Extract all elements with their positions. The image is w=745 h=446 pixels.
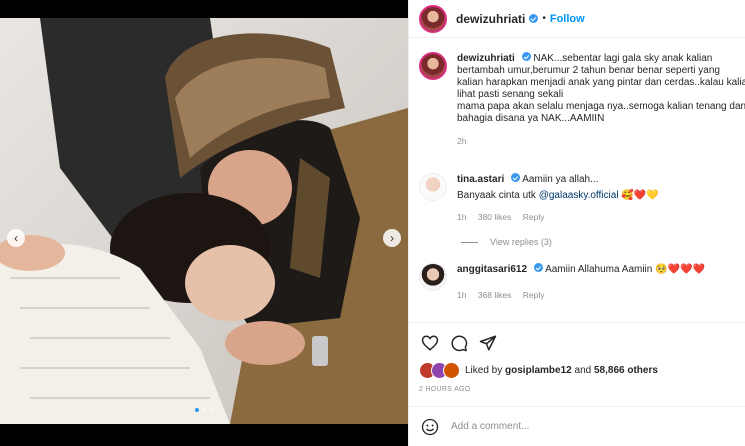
verified-icon xyxy=(533,263,543,272)
carousel-dot xyxy=(209,408,213,412)
comment-time: 1h xyxy=(457,212,467,222)
verified-icon xyxy=(511,173,521,182)
add-comment-input[interactable]: Add a comment... xyxy=(451,421,529,432)
likes-summary: Liked by gosiplambe12 and 58,866 others xyxy=(419,362,658,379)
post-header: dewizuhriati • Follow xyxy=(409,0,745,38)
comments-section[interactable]: dewizuhriati NAK...sebentar lagi gala sk… xyxy=(409,38,745,322)
caption-line: mama papa akan selalu menjaga nya..semog… xyxy=(457,101,745,112)
separator-dot: • xyxy=(542,13,546,24)
comment-likes[interactable]: 368 likes xyxy=(478,290,512,300)
view-replies-button[interactable]: View replies (3) xyxy=(461,237,552,247)
caption-line: bahagia disana ya NAK...AAMIIN xyxy=(457,113,605,124)
caption-line: NAK...sebentar lagi gala sky anak kalian xyxy=(533,53,713,64)
post-photo-illustration xyxy=(0,18,408,424)
likes-middle: and xyxy=(571,365,594,376)
comment-bubble-icon[interactable] xyxy=(450,334,468,352)
comment-avatar[interactable] xyxy=(419,173,447,201)
caption-meta: 2h xyxy=(457,135,745,147)
verified-icon xyxy=(521,52,531,61)
carousel-dot xyxy=(195,408,199,412)
liker-username[interactable]: gosiplambe12 xyxy=(505,365,572,376)
comment-item: anggitasari612 Aamiin Allahuma Aamiin 🥺❤… xyxy=(419,263,745,301)
comment-meta: 1h 380 likes Reply xyxy=(457,211,659,223)
post-timestamp: 2 HOURS AGO xyxy=(419,386,471,393)
comment-meta: 1h 368 likes Reply xyxy=(457,289,705,301)
caption-line: bertambah umur,berumur 2 tahun benar ben… xyxy=(457,65,720,76)
carousel-prev-button[interactable]: ‹ xyxy=(7,229,25,247)
caption: dewizuhriati NAK...sebentar lagi gala sk… xyxy=(419,52,745,147)
caption-username[interactable]: dewizuhriati xyxy=(457,53,515,64)
liker-avatar xyxy=(443,362,460,379)
caption-time: 2h xyxy=(457,136,467,146)
add-comment-bar[interactable]: Add a comment... xyxy=(409,406,745,446)
emoji-smiley-icon[interactable] xyxy=(421,418,439,436)
comment-item: tina.astari Aamiin ya allah... Banyaak c… xyxy=(419,173,745,223)
carousel-next-button[interactable]: › xyxy=(383,229,401,247)
divider-line xyxy=(461,242,478,244)
comment-likes[interactable]: 380 likes xyxy=(478,212,512,222)
share-send-icon[interactable] xyxy=(479,334,497,352)
post-image[interactable]: ‹ › xyxy=(0,18,408,424)
follow-button[interactable]: Follow xyxy=(550,13,585,25)
comment-emojis: 🥰❤️💛 xyxy=(621,190,659,201)
likes-count[interactable]: 58,866 others xyxy=(594,365,658,376)
mention-link[interactable]: @galaasky.official xyxy=(539,190,619,201)
action-bar xyxy=(409,322,745,362)
caption-line: lihat pasti senang sekali xyxy=(457,89,564,100)
top-black-strip xyxy=(0,0,408,18)
post-side-panel: dewizuhriati • Follow dewizuhriati NAK..… xyxy=(408,0,745,446)
caption-line: kalian harapkan menjadi anak yang pintar… xyxy=(457,77,745,88)
carousel-dot xyxy=(202,408,206,412)
comment-text: Banyaak cinta utk xyxy=(457,190,539,201)
likes-prefix: Liked by xyxy=(465,365,506,376)
comment-text: Aamiin Allahuma Aamiin xyxy=(545,264,653,275)
author-username[interactable]: dewizuhriati xyxy=(456,12,525,26)
reply-button[interactable]: Reply xyxy=(523,212,545,222)
bottom-black-strip xyxy=(0,424,408,446)
comment-username[interactable]: tina.astari xyxy=(457,174,504,185)
verified-icon xyxy=(529,14,539,23)
comment-username[interactable]: anggitasari612 xyxy=(457,264,527,275)
reply-button[interactable]: Reply xyxy=(523,290,545,300)
like-heart-icon[interactable] xyxy=(421,334,439,352)
comment-emojis: 🥺❤️❤️❤️ xyxy=(655,264,705,275)
comment-text: Aamiin ya allah... xyxy=(522,174,599,185)
carousel-dots xyxy=(0,408,408,412)
author-avatar[interactable] xyxy=(419,4,447,33)
comment-time: 1h xyxy=(457,290,467,300)
comment-avatar[interactable] xyxy=(419,263,447,291)
caption-avatar[interactable] xyxy=(419,52,447,80)
view-replies-label: View replies (3) xyxy=(490,237,552,247)
